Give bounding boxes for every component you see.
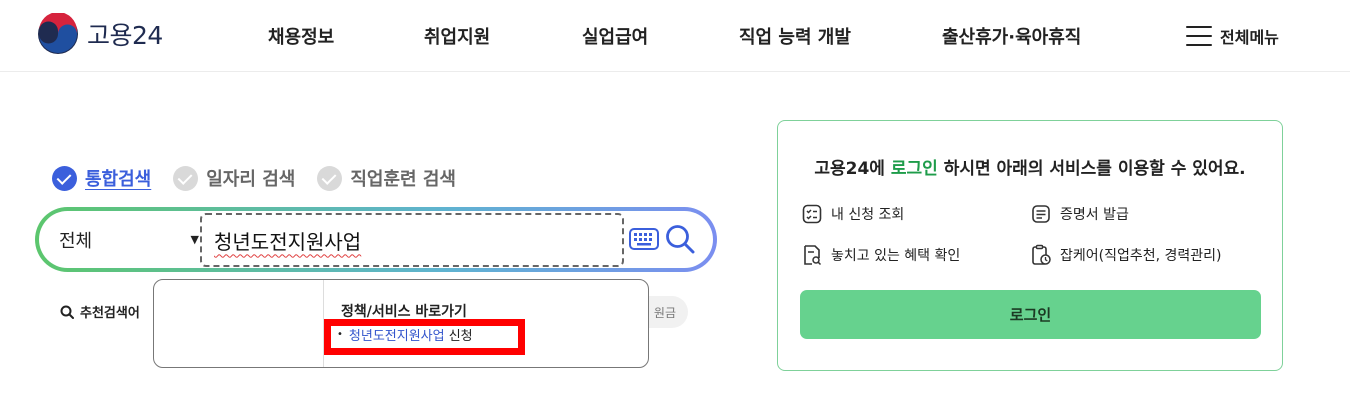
recommended-search: 추천검색어 bbox=[60, 302, 140, 321]
service-label: 내 신청 조회 bbox=[831, 207, 905, 223]
service-missed-benefits: 놓치고 있는 혜택 확인 bbox=[802, 244, 960, 266]
search-input[interactable]: 청년도전지원사업 bbox=[200, 213, 624, 267]
certificate-icon bbox=[1032, 205, 1050, 223]
tab-job-search[interactable]: 일자리 검색 bbox=[173, 165, 295, 191]
checklist-icon bbox=[802, 204, 822, 224]
caret-down-icon: ▼ bbox=[190, 233, 199, 246]
search-scope-value: 전체 bbox=[59, 230, 93, 252]
quick-link-section-title: 정책/서비스 바로가기 bbox=[341, 304, 467, 320]
search-type-tabs: 통합검색 일자리 검색 직업훈련 검색 bbox=[52, 165, 478, 191]
site-header: 고용24 채용정보 취업지원 실업급여 직업 능력 개발 출산휴가·육아휴직 전… bbox=[0, 0, 1350, 72]
nav-vocational-training[interactable]: 직업 능력 개발 bbox=[739, 23, 851, 49]
quick-link-item[interactable]: • 청년도전지원사업 신청 bbox=[337, 325, 473, 344]
all-menu-label: 전체메뉴 bbox=[1220, 28, 1279, 47]
site-logo[interactable]: 고용24 bbox=[37, 13, 163, 55]
autocomplete-dropdown: 정책/서비스 바로가기 • 청년도전지원사업 신청 bbox=[153, 279, 649, 368]
nav-unemployment-benefit[interactable]: 실업급여 bbox=[582, 23, 648, 49]
service-label: 증명서 발급 bbox=[1060, 207, 1129, 223]
magnifier-icon bbox=[60, 305, 74, 319]
login-panel: 고용24에 로그인 하시면 아래의 서비스를 이용할 수 있어요. 내 신청 조… bbox=[777, 120, 1283, 371]
login-message-prefix: 고용24에 bbox=[814, 159, 891, 179]
all-menu-button[interactable]: 전체메뉴 bbox=[1186, 24, 1279, 48]
service-my-applications: 내 신청 조회 bbox=[802, 204, 904, 224]
taegeuk-logo-icon bbox=[38, 13, 78, 54]
tab-label: 일자리 검색 bbox=[206, 169, 296, 190]
bullet-icon: • bbox=[337, 329, 343, 340]
search-bar: 전체 ▼ 청년도전지원사업 bbox=[35, 207, 717, 272]
keyboard-icon[interactable] bbox=[629, 228, 659, 250]
login-message-highlight: 로그인 bbox=[890, 159, 938, 179]
service-label: 놓치고 있는 혜택 확인 bbox=[831, 248, 961, 264]
service-label: 잡케어(직업추천, 경력관리) bbox=[1060, 248, 1222, 264]
site-logo-text: 고용24 bbox=[87, 21, 163, 50]
nav-job-info[interactable]: 채용정보 bbox=[268, 23, 334, 49]
check-circle-icon bbox=[52, 165, 77, 191]
service-job-care: 잡케어(직업추천, 경력관리) bbox=[1031, 244, 1222, 266]
service-certificate: 증명서 발급 bbox=[1031, 204, 1129, 224]
search-icon[interactable] bbox=[665, 224, 695, 254]
nav-employment-support[interactable]: 취업지원 bbox=[424, 23, 490, 49]
clipboard-clock-icon bbox=[1032, 244, 1051, 265]
tab-label: 통합검색 bbox=[85, 169, 152, 190]
quick-link-match-text: 청년도전지원사업 bbox=[348, 329, 445, 344]
login-message: 고용24에 로그인 하시면 아래의 서비스를 이용할 수 있어요. bbox=[778, 154, 1282, 179]
recommended-keyword-text: 원금 bbox=[653, 305, 676, 320]
tab-training-search[interactable]: 직업훈련 검색 bbox=[317, 165, 456, 191]
recommended-search-label: 추천검색어 bbox=[80, 306, 140, 321]
check-circle-icon bbox=[317, 165, 343, 191]
search-query-text: 청년도전지원사업 bbox=[214, 229, 362, 254]
search-bar-inner: 전체 ▼ 청년도전지원사업 bbox=[39, 211, 713, 268]
tab-integrated-search[interactable]: 통합검색 bbox=[52, 165, 151, 191]
login-button[interactable]: 로그인 bbox=[800, 290, 1261, 339]
search-scope-select[interactable]: 전체 ▼ bbox=[59, 211, 199, 268]
check-circle-icon bbox=[173, 165, 199, 191]
dropdown-divider bbox=[323, 280, 324, 367]
nav-parental-leave[interactable]: 출산휴가·육아휴직 bbox=[942, 23, 1081, 49]
document-search-icon bbox=[804, 245, 822, 266]
tab-label: 직업훈련 검색 bbox=[350, 169, 456, 190]
login-message-suffix: 하시면 아래의 서비스를 이용할 수 있어요. bbox=[937, 159, 1246, 179]
quick-link-suffix-text: 신청 bbox=[444, 329, 473, 344]
hamburger-icon bbox=[1186, 26, 1212, 46]
